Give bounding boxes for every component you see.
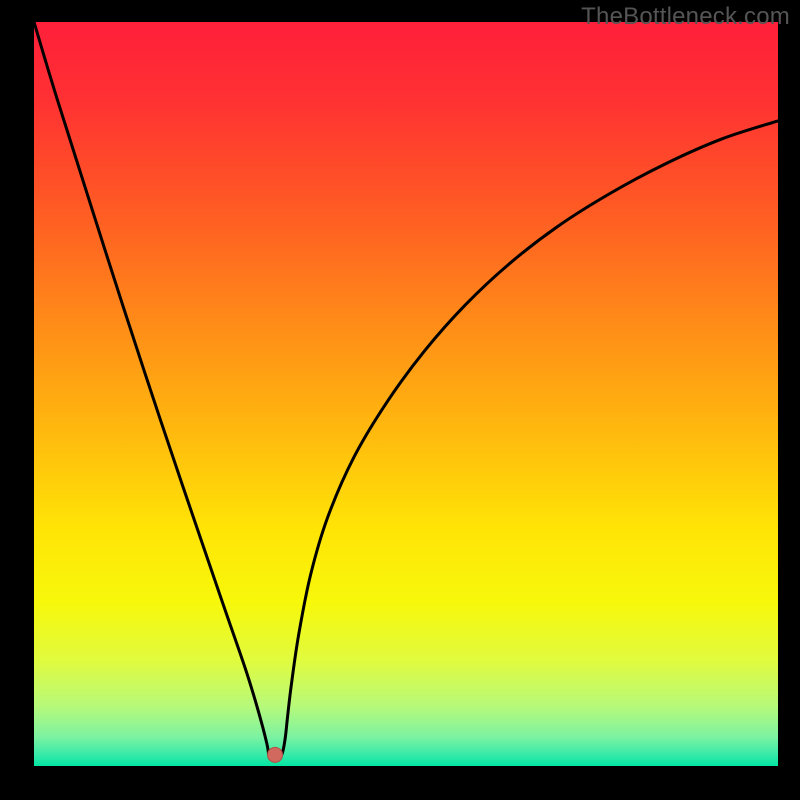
watermark-text: TheBottleneck.com <box>581 3 790 31</box>
gradient-background <box>34 22 778 766</box>
plot-svg <box>34 22 778 766</box>
chart-frame: TheBottleneck.com <box>0 0 800 800</box>
optimum-marker <box>268 747 283 762</box>
plot-area <box>34 22 778 766</box>
